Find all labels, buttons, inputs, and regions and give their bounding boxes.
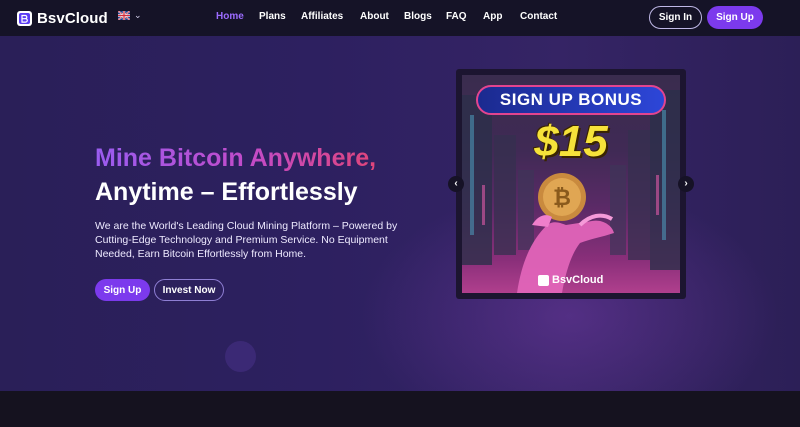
logo-icon (538, 274, 549, 286)
hero-headline-gradient: Mine Bitcoin Anywhere, (95, 144, 377, 172)
nav-item-app[interactable]: App (483, 11, 502, 23)
hero-headline: Anytime – Effortlessly (95, 178, 358, 206)
hero-sign-up-button[interactable]: Sign Up (95, 279, 150, 301)
carousel-prev-button[interactable]: ‹ (448, 176, 464, 192)
promo-banner[interactable]: ₿ SIGN UP BONUS $15 BsvCloud (462, 75, 680, 293)
banner-brand: BsvCloud (538, 274, 603, 286)
chevron-left-icon: ‹ (454, 178, 458, 189)
top-navbar: BsvCloud ⌄ Home Plans Affiliates About B… (0, 0, 800, 36)
chevron-right-icon: › (684, 178, 688, 189)
sign-in-button[interactable]: Sign In (649, 6, 702, 29)
invest-now-button[interactable]: Invest Now (154, 279, 224, 301)
bonus-amount: $15 (534, 117, 608, 166)
svg-text:₿: ₿ (553, 185, 571, 210)
nav-item-plans[interactable]: Plans (259, 11, 286, 23)
sign-up-bonus-title: SIGN UP BONUS (476, 85, 666, 115)
decorative-circle (225, 341, 256, 372)
nav-item-blogs[interactable]: Blogs (404, 11, 432, 23)
hero-description: We are the World's Leading Cloud Mining … (95, 220, 398, 260)
carousel-next-button[interactable]: › (678, 176, 694, 192)
nav-item-about[interactable]: About (360, 11, 389, 23)
nav-item-faq[interactable]: FAQ (446, 11, 467, 23)
nav-item-home[interactable]: Home (216, 11, 244, 23)
banner-brand-name: BsvCloud (552, 274, 604, 286)
nav-item-contact[interactable]: Contact (520, 11, 557, 23)
nav-item-affiliates[interactable]: Affiliates (301, 11, 343, 23)
next-section-strip (0, 391, 800, 427)
sign-up-button[interactable]: Sign Up (707, 6, 763, 29)
promo-carousel[interactable]: ₿ SIGN UP BONUS $15 BsvCloud (456, 69, 686, 299)
